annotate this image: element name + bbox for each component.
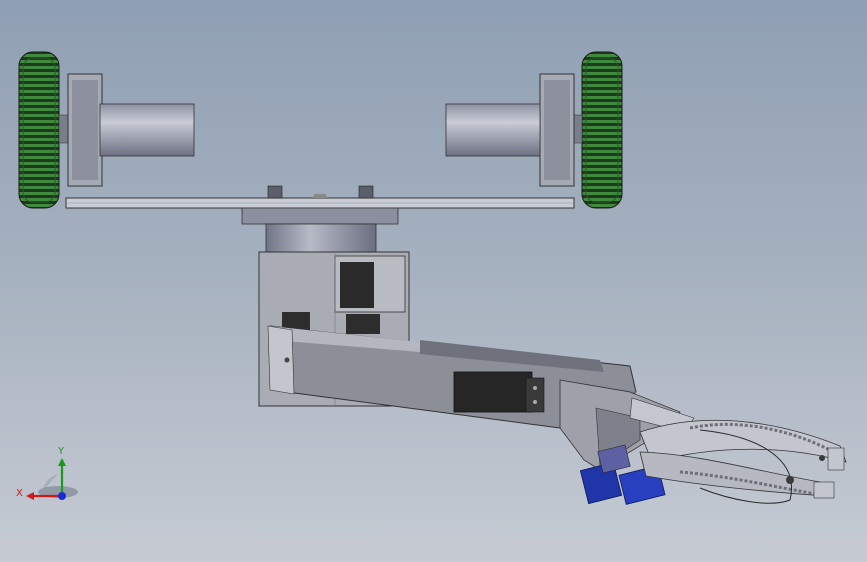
z-axis-dot [58, 492, 66, 500]
y-axis-arrowhead [58, 458, 66, 466]
right-wheel[interactable] [581, 51, 623, 209]
x-axis-label: X [16, 488, 23, 499]
left-motor[interactable] [58, 73, 195, 187]
chassis-plate[interactable] [65, 185, 575, 209]
right-motor[interactable] [445, 73, 583, 187]
cad-viewport[interactable]: X Y [0, 0, 867, 562]
turntable[interactable] [241, 207, 399, 253]
robot-arm-model[interactable] [0, 0, 867, 562]
y-axis-label: Y [57, 446, 65, 457]
x-axis-arrowhead [26, 492, 34, 500]
elbow-servo[interactable] [453, 371, 545, 413]
gripper[interactable] [639, 419, 847, 504]
orientation-triad[interactable]: X Y [12, 440, 82, 510]
left-wheel[interactable] [18, 51, 60, 209]
